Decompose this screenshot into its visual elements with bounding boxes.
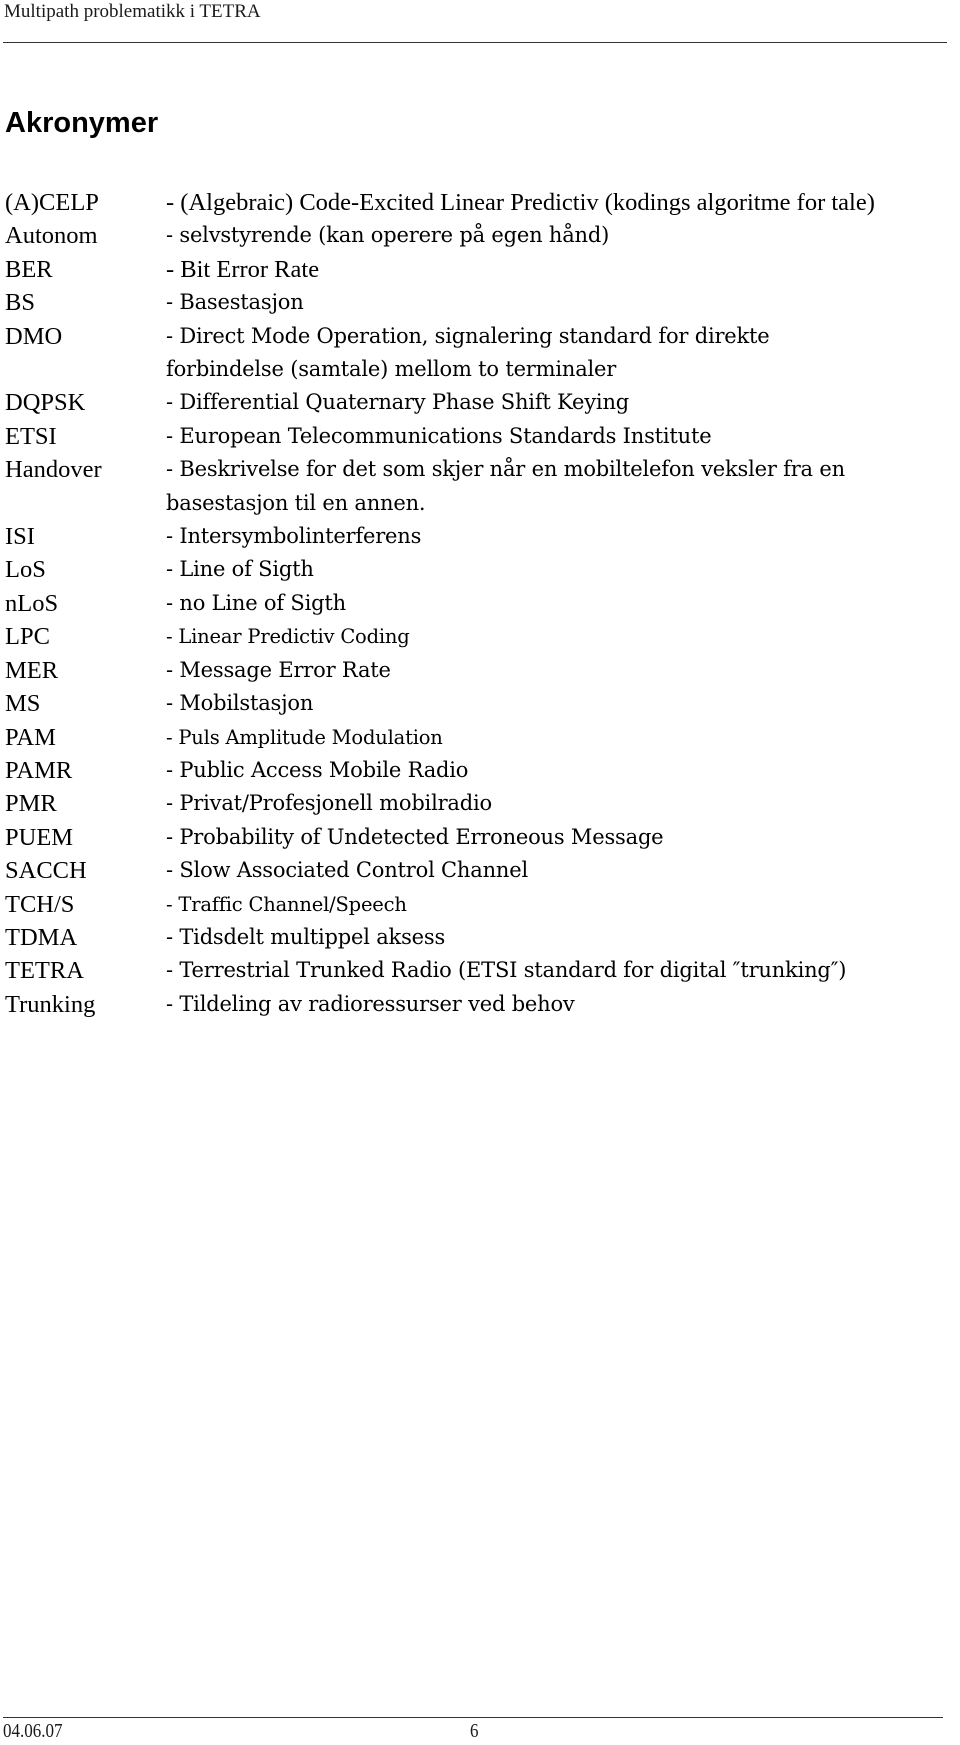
running-header-title: Multipath problematikk i TETRA	[4, 1, 261, 22]
acronym-row: ETSI - European Telecommunications Standa…	[5, 420, 960, 453]
acronym-term: MS	[5, 690, 41, 718]
acronym-term: TDMA	[5, 923, 78, 951]
acronym-definition: - Probability of Undetected Erroneous Me…	[166, 824, 664, 849]
acronym-term: DMO	[5, 322, 63, 350]
acronym-term: Trunking	[5, 990, 96, 1018]
acronym-definition: - Privat/Profesjonell mobilradio	[166, 791, 492, 816]
acronym-definition: - Puls Amplitude Modulation	[166, 725, 443, 749]
acronym-definition: - selvstyrende (kan operere på egen hånd…	[166, 223, 610, 248]
acronym-definition: - Line of Sigth	[166, 557, 314, 582]
header-rule	[3, 42, 947, 43]
acronym-definition: - Beskrivelse for det som skjer når en m…	[166, 457, 845, 515]
acronym-definition: - Linear Predictiv Coding	[166, 625, 410, 649]
acronym-definition: - Direct Mode Operation, signalering sta…	[166, 323, 770, 382]
acronym-term: (A)CELP	[5, 189, 99, 216]
acronym-definition: - Public Access Mobile Radio	[166, 757, 469, 782]
acronym-term: DQPSK	[5, 389, 86, 417]
acronym-row: ISI - Intersymbolinterferens	[5, 520, 960, 553]
acronym-definition: - Message Error Rate	[166, 657, 391, 682]
acronym-row: SACCH - Slow Associated Control Channel	[5, 854, 960, 887]
footer-date: 04.06.07	[3, 1720, 63, 1742]
acronym-term: PAM	[5, 723, 56, 751]
acronym-row: PAM - Puls Amplitude Modulation	[5, 721, 960, 754]
acronym-definition: - Mobilstasjon	[166, 691, 314, 716]
acronym-definition: - Bit Error Rate	[166, 255, 320, 283]
acronym-term: MER	[5, 656, 59, 684]
footer-rule	[3, 1717, 943, 1718]
acronym-row: TDMA - Tidsdelt multippel aksess	[5, 921, 960, 954]
footer-page-number: 6	[470, 1720, 479, 1742]
acronym-row: Handover - Beskrivelse for det som skjer …	[5, 453, 960, 520]
acronym-term: PUEM	[5, 823, 74, 851]
acronym-term: ISI	[5, 523, 35, 551]
acronym-row: nLoS - no Line of Sigth	[5, 587, 960, 620]
acronym-term: TCH/S	[5, 890, 75, 918]
acronym-term: TETRA	[5, 957, 84, 985]
acronym-definition: - Basestasjon	[166, 290, 304, 315]
acronym-term: BER	[5, 255, 53, 283]
acronym-definition: - Tildeling av radioressurser ved behov	[166, 991, 575, 1016]
acronym-term: PMR	[5, 790, 57, 818]
acronym-row: PAMR - Public Access Mobile Radio	[5, 754, 960, 787]
section-title: Akronymer	[5, 107, 159, 139]
acronym-term: PAMR	[5, 756, 73, 784]
acronym-definition: - Differential Quaternary Phase Shift Ke…	[166, 390, 630, 415]
acronym-row: Autonom - selvstyrende (kan operere på eg…	[5, 219, 960, 252]
acronym-term: Autonom	[5, 222, 98, 250]
acronym-term: SACCH	[5, 857, 87, 885]
acronym-term: LoS	[5, 556, 46, 584]
acronym-row: LPC - Linear Predictiv Coding	[5, 620, 960, 653]
acronym-row: BS - Basestasjon	[5, 286, 960, 319]
acronym-row: TCH/S - Traffic Channel/Speech	[5, 888, 960, 921]
acronym-row: BER - Bit Error Rate	[5, 253, 960, 286]
acronym-term: ETSI	[5, 422, 57, 450]
acronym-term: Handover	[5, 456, 102, 484]
acronym-row: PMR - Privat/Profesjonell mobilradio	[5, 787, 960, 820]
acronym-term: LPC	[5, 623, 50, 651]
acronym-row: Trunking - Tildeling av radioressurser ve…	[5, 988, 960, 1021]
acronym-definition: - Traffic Channel/Speech	[166, 892, 407, 916]
acronym-term: BS	[5, 289, 35, 317]
acronym-definition: - no Line of Sigth	[166, 590, 346, 615]
acronym-row: (A)CELP - (Algebraic) Code-Excited Linear…	[5, 186, 960, 219]
acronym-definition: - Slow Associated Control Channel	[166, 858, 528, 883]
acronym-row: DMO - Direct Mode Operation, signalering …	[5, 320, 960, 387]
acronym-definition: - Intersymbolinterferens	[166, 524, 422, 549]
acronym-definition: - (Algebraic) Code-Excited Linear Predic…	[166, 189, 875, 216]
acronym-row: MER - Message Error Rate	[5, 654, 960, 687]
acronym-term: nLoS	[5, 589, 59, 617]
acronym-list: (A)CELP - (Algebraic) Code-Excited Linear…	[5, 186, 960, 1021]
acronym-row: LoS - Line of Sigth	[5, 553, 960, 586]
acronym-definition: - European Telecommunications Standards …	[166, 423, 712, 448]
acronym-row: TETRA - Terrestrial Trunked Radio (ETSI s…	[5, 954, 960, 987]
acronym-row: DQPSK - Differential Quaternary Phase Shi…	[5, 386, 960, 419]
acronym-definition: - Tidsdelt multippel aksess	[166, 924, 446, 949]
acronym-row: PUEM - Probability of Undetected Erroneou…	[5, 821, 960, 854]
acronym-row: MS - Mobilstasjon	[5, 687, 960, 720]
acronym-definition: - Terrestrial Trunked Radio (ETSI standa…	[166, 958, 847, 983]
